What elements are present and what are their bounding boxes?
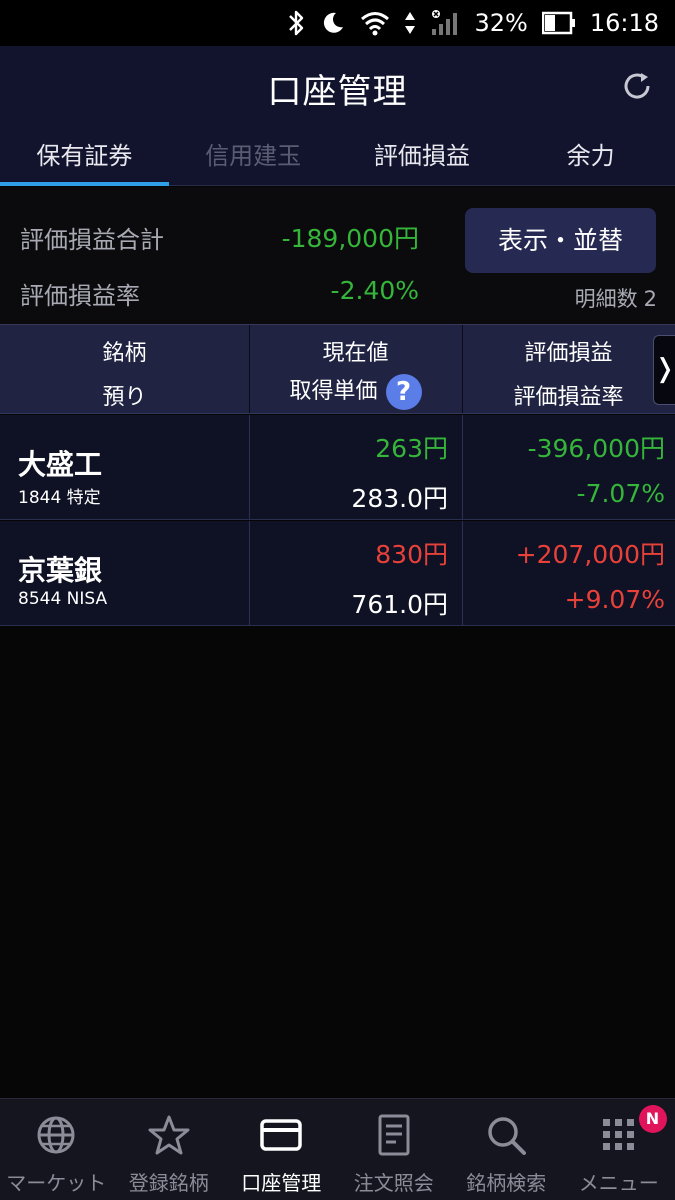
notification-badge: N: [638, 1105, 667, 1133]
header-custody: 預り: [102, 385, 147, 410]
nav-market-label: マーケット: [6, 1171, 107, 1195]
page-title: 口座管理: [267, 72, 408, 112]
stock-code-account: 8544 NISA: [18, 589, 108, 609]
header-current-price: 現在値: [322, 341, 389, 366]
nav-watchlist[interactable]: 登録銘柄: [113, 1099, 226, 1200]
acquisition-cost: 283.0円: [351, 484, 448, 513]
wifi-icon: [360, 10, 390, 36]
bottom-nav: マーケット 登録銘柄 口座管理 注文照会 銘柄検索 N メニュー: [0, 1098, 675, 1200]
header-cost-wrapper: 取得単価?: [249, 373, 462, 410]
stock-name: 京葉銀: [18, 554, 103, 587]
stock-code-account: 1844 特定: [18, 488, 101, 508]
table-row[interactable]: 大盛工 1844 特定 263円 283.0円 -396,000円 -7.07%: [0, 415, 675, 520]
profit-loss-rate: +9.07%: [564, 585, 665, 614]
display-sort-button[interactable]: 表示・並替: [465, 208, 656, 273]
nav-search-label: 銘柄検索: [466, 1171, 547, 1195]
refresh-icon[interactable]: [619, 68, 655, 104]
nav-account-label: 口座管理: [241, 1171, 322, 1195]
app-header: 口座管理: [0, 46, 675, 126]
battery-percent: 32%: [474, 9, 528, 37]
item-count: 明細数 2: [569, 283, 657, 313]
data-arrows-icon: [404, 10, 416, 36]
total-pl-value: -189,000円: [281, 224, 419, 253]
battery-icon: [541, 11, 576, 35]
nav-menu-label: メニュー: [578, 1171, 659, 1195]
search-icon: [488, 1117, 527, 1155]
tab-bar: 保有証券 信用建玉 評価損益 余力: [0, 126, 675, 186]
item-count-value: 2: [643, 287, 657, 311]
clock: 16:18: [589, 9, 659, 37]
current-price: 830円: [375, 540, 448, 569]
item-count-label: 明細数: [574, 287, 638, 311]
summary-panel: 評価損益合計 -189,000円 評価損益率 -2.40% 表示・並替 明細数 2: [0, 187, 675, 324]
scroll-right-icon[interactable]: ❭: [653, 335, 675, 405]
status-bar: 32% 16:18: [0, 0, 675, 46]
moon-icon: [320, 10, 346, 36]
tab-margin-positions[interactable]: 信用建玉: [169, 126, 338, 185]
help-icon[interactable]: ?: [385, 374, 422, 410]
acquisition-cost: 761.0円: [351, 590, 448, 619]
nav-menu[interactable]: N メニュー: [563, 1099, 675, 1200]
grid-menu-icon: [602, 1119, 634, 1150]
document-icon: [378, 1114, 410, 1156]
header-pl: 評価損益: [524, 341, 613, 366]
nav-search[interactable]: 銘柄検索: [450, 1099, 563, 1200]
star-icon: [148, 1115, 190, 1155]
nav-orders-label: 注文照会: [353, 1171, 434, 1195]
signal-icon: [430, 9, 460, 37]
profit-loss: -396,000円: [527, 434, 665, 463]
table-header: 銘柄 預り 現在値 取得単価? 評価損益 評価損益率 ❭: [0, 324, 675, 414]
total-pl-label: 評価損益合計: [20, 226, 164, 254]
pl-rate-value: -2.40%: [330, 276, 419, 305]
tab-holdings[interactable]: 保有証券: [0, 126, 169, 186]
profit-loss-rate: -7.07%: [576, 479, 665, 508]
table-row[interactable]: 京葉銀 8544 NISA 830円 761.0円 +207,000円 +9.0…: [0, 521, 675, 626]
tab-buying-power[interactable]: 余力: [506, 126, 675, 185]
nav-orders[interactable]: 注文照会: [338, 1099, 451, 1200]
stock-name: 大盛工: [18, 448, 103, 481]
nav-market[interactable]: マーケット: [0, 1099, 113, 1200]
card-icon: [260, 1119, 302, 1151]
header-pl-rate: 評価損益率: [513, 385, 624, 410]
globe-icon: [37, 1116, 75, 1154]
profit-loss: +207,000円: [515, 540, 665, 569]
header-acquisition-cost: 取得単価: [289, 379, 378, 404]
nav-watchlist-label: 登録銘柄: [128, 1171, 209, 1195]
tab-profit-loss[interactable]: 評価損益: [338, 126, 507, 185]
header-stock: 銘柄: [102, 341, 147, 366]
current-price: 263円: [375, 434, 448, 463]
nav-account[interactable]: 口座管理: [225, 1099, 338, 1200]
pl-rate-label: 評価損益率: [20, 282, 140, 310]
bluetooth-icon: [286, 9, 306, 37]
